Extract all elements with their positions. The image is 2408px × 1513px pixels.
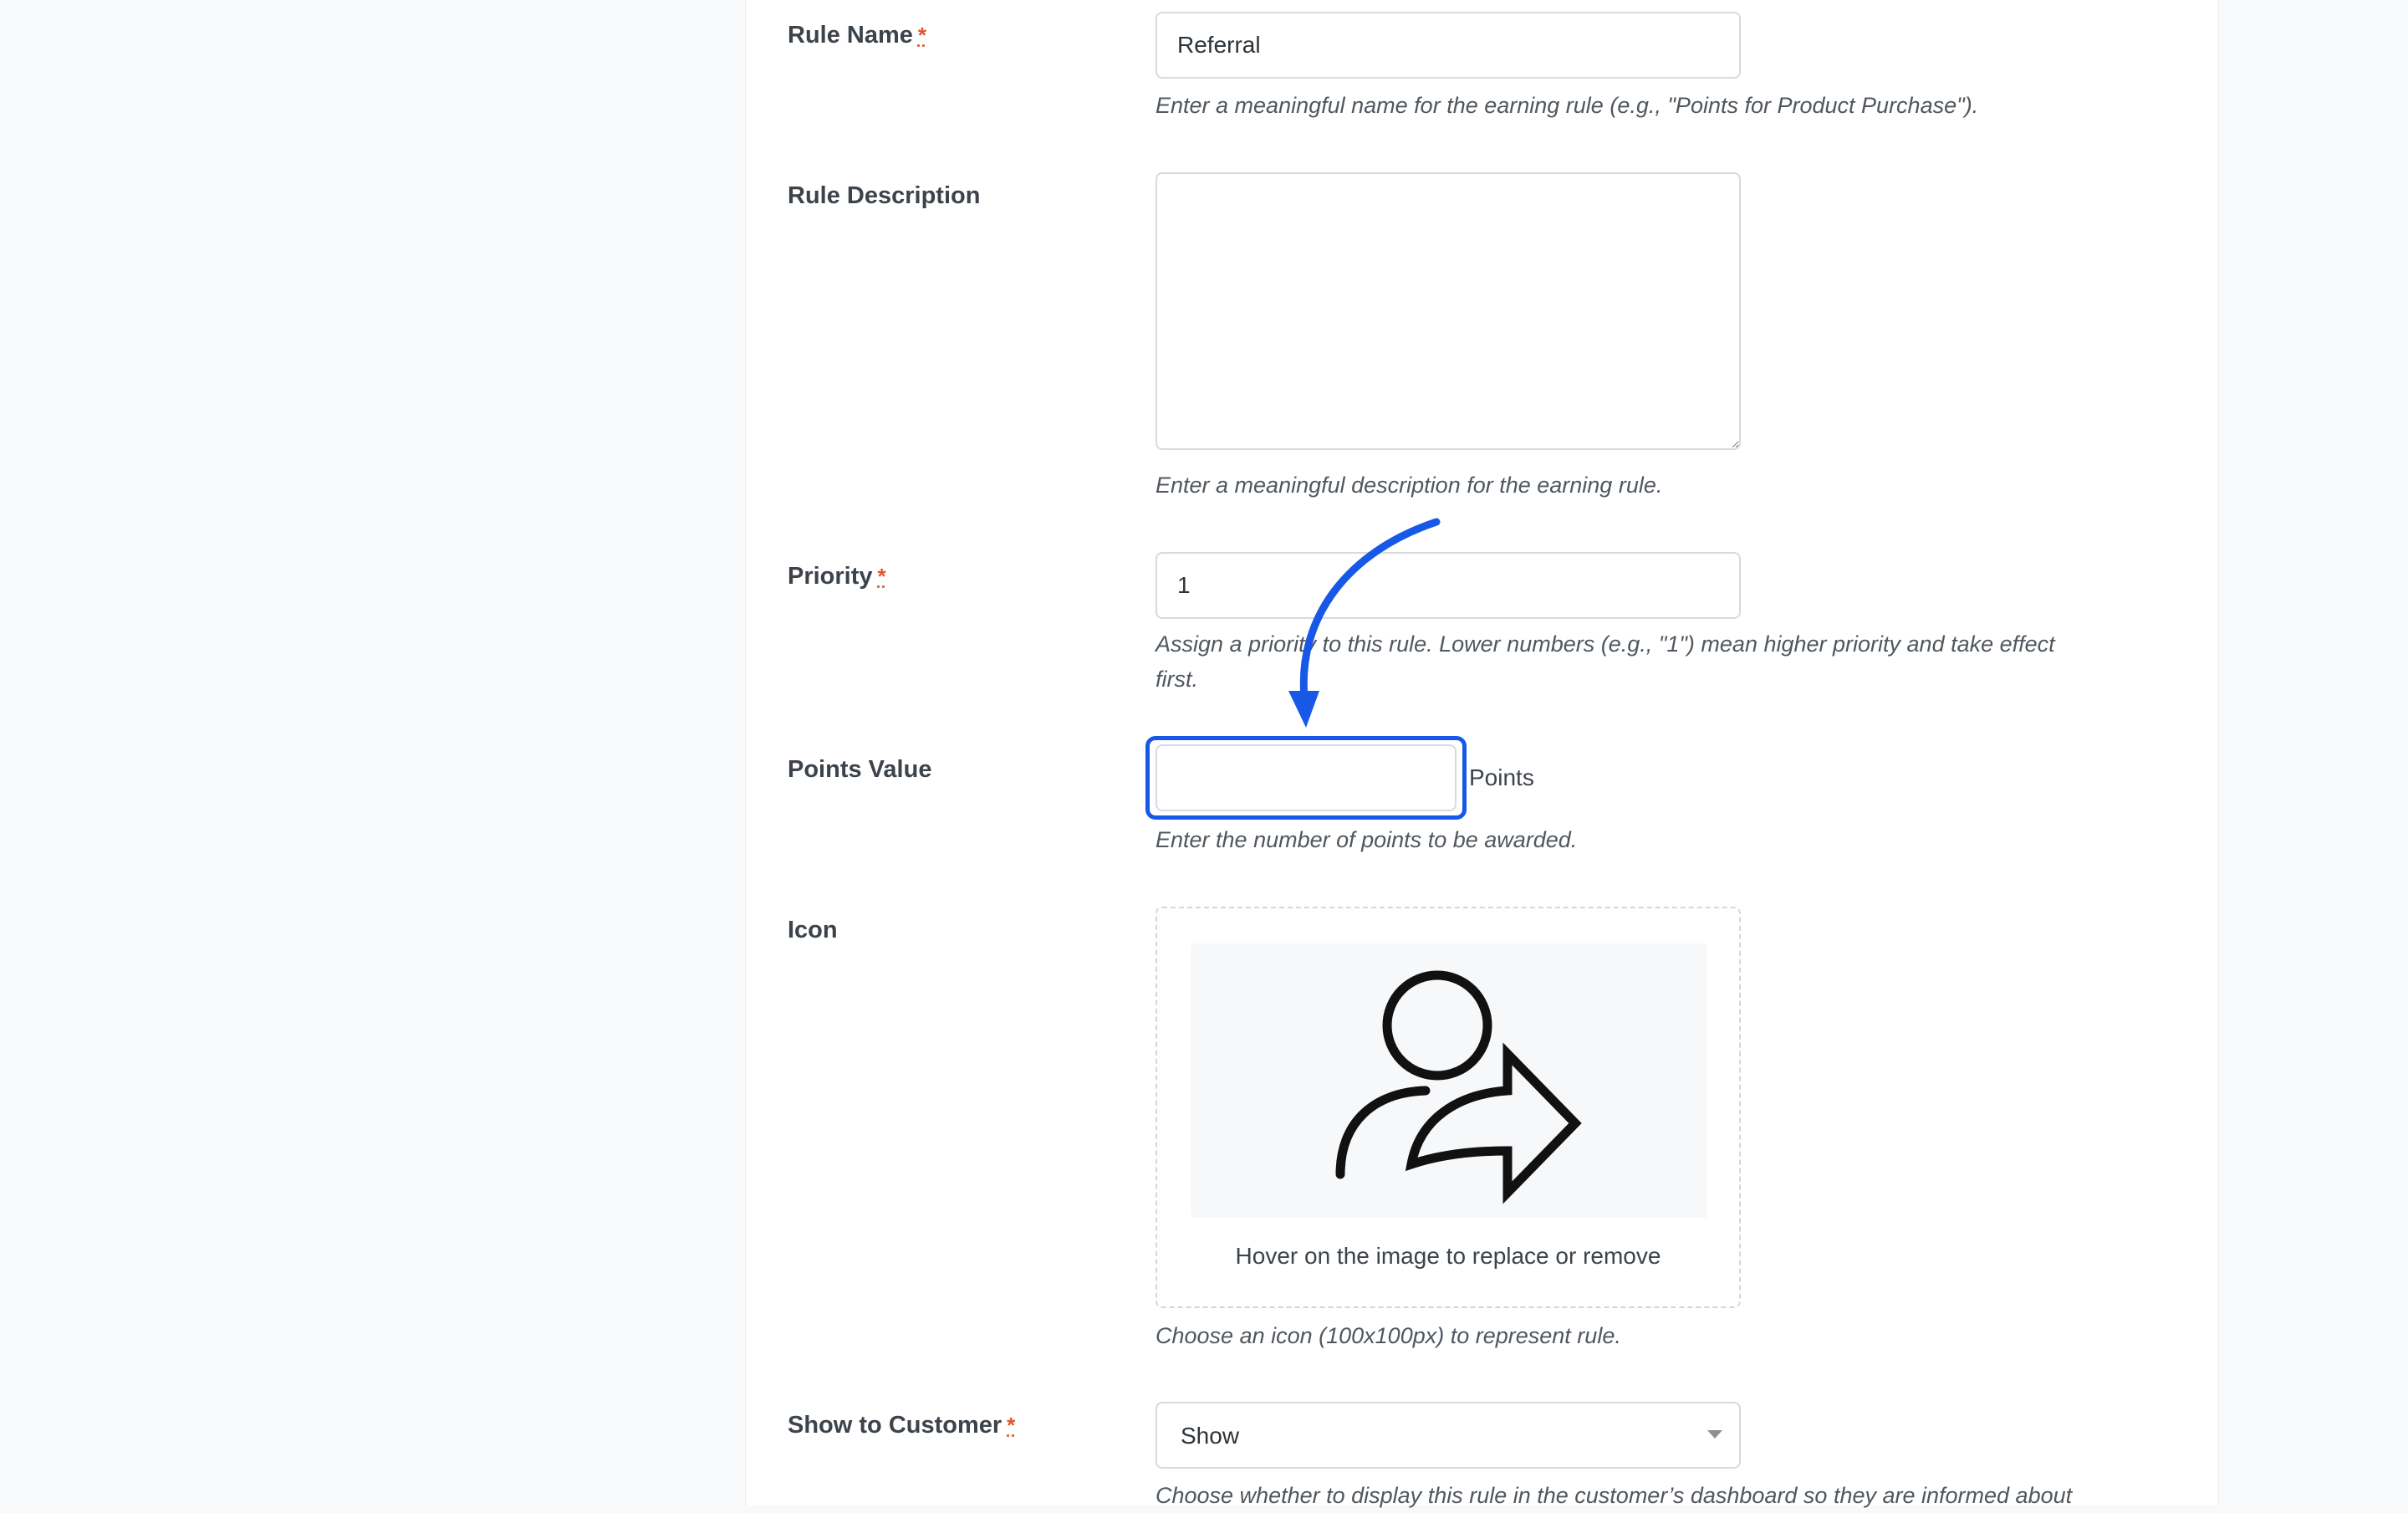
priority-label-text: Priority bbox=[788, 563, 873, 590]
priority-help-line-2: first. bbox=[1156, 662, 2055, 697]
user-share-icon bbox=[1315, 955, 1583, 1206]
required-marker: * bbox=[878, 564, 886, 589]
priority-input[interactable] bbox=[1156, 552, 1741, 619]
icon-uploader[interactable]: Hover on the image to replace or remove bbox=[1156, 907, 1741, 1308]
show-to-customer-select[interactable]: Show bbox=[1156, 1402, 1741, 1469]
show-to-customer-label-text: Show to Customer bbox=[788, 1412, 1002, 1439]
required-marker: * bbox=[918, 23, 926, 48]
required-marker: * bbox=[1007, 1413, 1015, 1438]
rule-name-help: Enter a meaningful name for the earning … bbox=[1156, 88, 1978, 123]
rule-name-label: Rule Name * bbox=[788, 22, 926, 49]
priority-help: Assign a priority to this rule. Lower nu… bbox=[1156, 626, 2055, 697]
rule-name-label-text: Rule Name bbox=[788, 22, 913, 49]
icon-caption: Hover on the image to replace or remove bbox=[1157, 1243, 1739, 1270]
icon-help: Choose an icon (100x100px) to represent … bbox=[1156, 1318, 1621, 1353]
rule-name-input[interactable] bbox=[1156, 12, 1741, 79]
show-to-customer-label: Show to Customer * bbox=[788, 1412, 1015, 1439]
rule-description-textarea[interactable] bbox=[1156, 172, 1741, 450]
show-to-customer-select-wrap: Show bbox=[1156, 1402, 1741, 1469]
points-suffix: Points bbox=[1469, 764, 1534, 791]
priority-label: Priority * bbox=[788, 563, 886, 590]
priority-help-line-1: Assign a priority to this rule. Lower nu… bbox=[1156, 626, 2055, 662]
rule-description-help: Enter a meaningful description for the e… bbox=[1156, 468, 1662, 503]
rule-description-label: Rule Description bbox=[788, 182, 980, 210]
show-to-customer-help: Choose whether to display this rule in t… bbox=[1156, 1478, 2072, 1513]
icon-preview[interactable] bbox=[1191, 943, 1707, 1218]
points-value-input[interactable] bbox=[1156, 744, 1457, 811]
points-value-label: Points Value bbox=[788, 756, 931, 784]
icon-label: Icon bbox=[788, 917, 838, 944]
points-value-help: Enter the number of points to be awarded… bbox=[1156, 822, 1577, 857]
